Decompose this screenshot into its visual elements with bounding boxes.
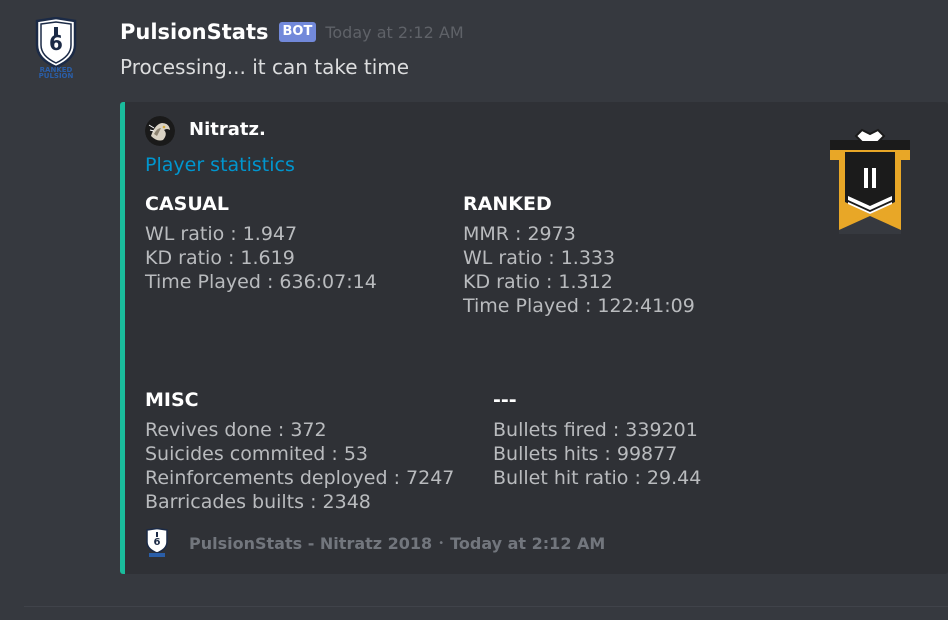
footer-text: PulsionStats - Nitratz 2018 [189, 533, 433, 553]
message-text: Processing... it can take time [120, 55, 410, 79]
stat-line: Suicides commited : 53 [145, 443, 369, 465]
field-value-misc: Revives done : 372 Suicides commited : 5… [145, 418, 454, 514]
stat-line: Reinforcements deployed : 7247 [145, 467, 455, 489]
embed-author-name[interactable]: Nitratz. [189, 119, 266, 140]
chat-message: 6 RANKED PULSION PulsionStats BOT Today … [0, 0, 948, 620]
stat-line: Bullets hits : 99877 [493, 443, 678, 465]
stat-line: MMR : 2973 [463, 223, 576, 245]
footer-separator: • [438, 537, 445, 549]
field-value-casual: WL ratio : 1.947 KD ratio : 1.619 Time P… [145, 222, 377, 294]
field-name-ranked: RANKED [463, 193, 552, 215]
stat-line: Barricades builts : 2348 [145, 491, 371, 513]
rank-badge-icon[interactable] [828, 126, 912, 234]
stat-line: Revives done : 372 [145, 419, 327, 441]
bot-tag: BOT [278, 22, 317, 42]
footer-logo-icon: 6 [145, 527, 169, 558]
embed-title-link[interactable]: Player statistics [145, 154, 295, 176]
stat-line: Bullets fired : 339201 [493, 419, 698, 441]
svg-text:PULSION: PULSION [39, 72, 74, 79]
field-ranked: RANKED MMR : 2973 WL ratio : 1.333 KD ra… [463, 191, 695, 318]
field-value-ranked: MMR : 2973 WL ratio : 1.333 KD ratio : 1… [463, 222, 695, 318]
embed: Nitratz. Player statistics CASUAL WL rat… [120, 102, 948, 574]
embed-accent-bar [120, 102, 125, 574]
stat-line: Bullet hit ratio : 29.44 [493, 467, 702, 489]
field-value-extra: Bullets fired : 339201 Bullets hits : 99… [493, 418, 701, 490]
bot-avatar[interactable]: 6 RANKED PULSION [33, 16, 79, 80]
stat-line: WL ratio : 1.333 [463, 247, 616, 269]
message-timestamp: Today at 2:12 AM [325, 22, 464, 42]
message-divider [24, 606, 948, 607]
stat-line: WL ratio : 1.947 [145, 223, 298, 245]
embed-footer: 6 PulsionStats - Nitratz 2018 • Today at… [145, 527, 606, 558]
field-casual: CASUAL WL ratio : 1.947 KD ratio : 1.619… [145, 191, 377, 294]
stat-line: Time Played : 122:41:09 [463, 295, 695, 317]
footer-timestamp: Today at 2:12 AM [450, 533, 606, 553]
stat-line: Time Played : 636:07:14 [145, 271, 377, 293]
field-misc: MISC Revives done : 372 Suicides commite… [145, 387, 454, 514]
stat-line: KD ratio : 1.312 [463, 271, 613, 293]
stat-line: KD ratio : 1.619 [145, 247, 295, 269]
message-header: PulsionStats BOT Today at 2:12 AM [120, 18, 464, 46]
field-extra: --- Bullets fired : 339201 Bullets hits … [493, 387, 701, 490]
username[interactable]: PulsionStats [120, 20, 269, 44]
field-name-extra: --- [493, 389, 517, 411]
field-name-misc: MISC [145, 389, 199, 411]
svg-text:6: 6 [154, 537, 161, 548]
ranked-pulsion-shield-icon: 6 RANKED PULSION [35, 16, 77, 80]
field-name-casual: CASUAL [145, 193, 229, 215]
player-avatar-icon [145, 116, 175, 146]
